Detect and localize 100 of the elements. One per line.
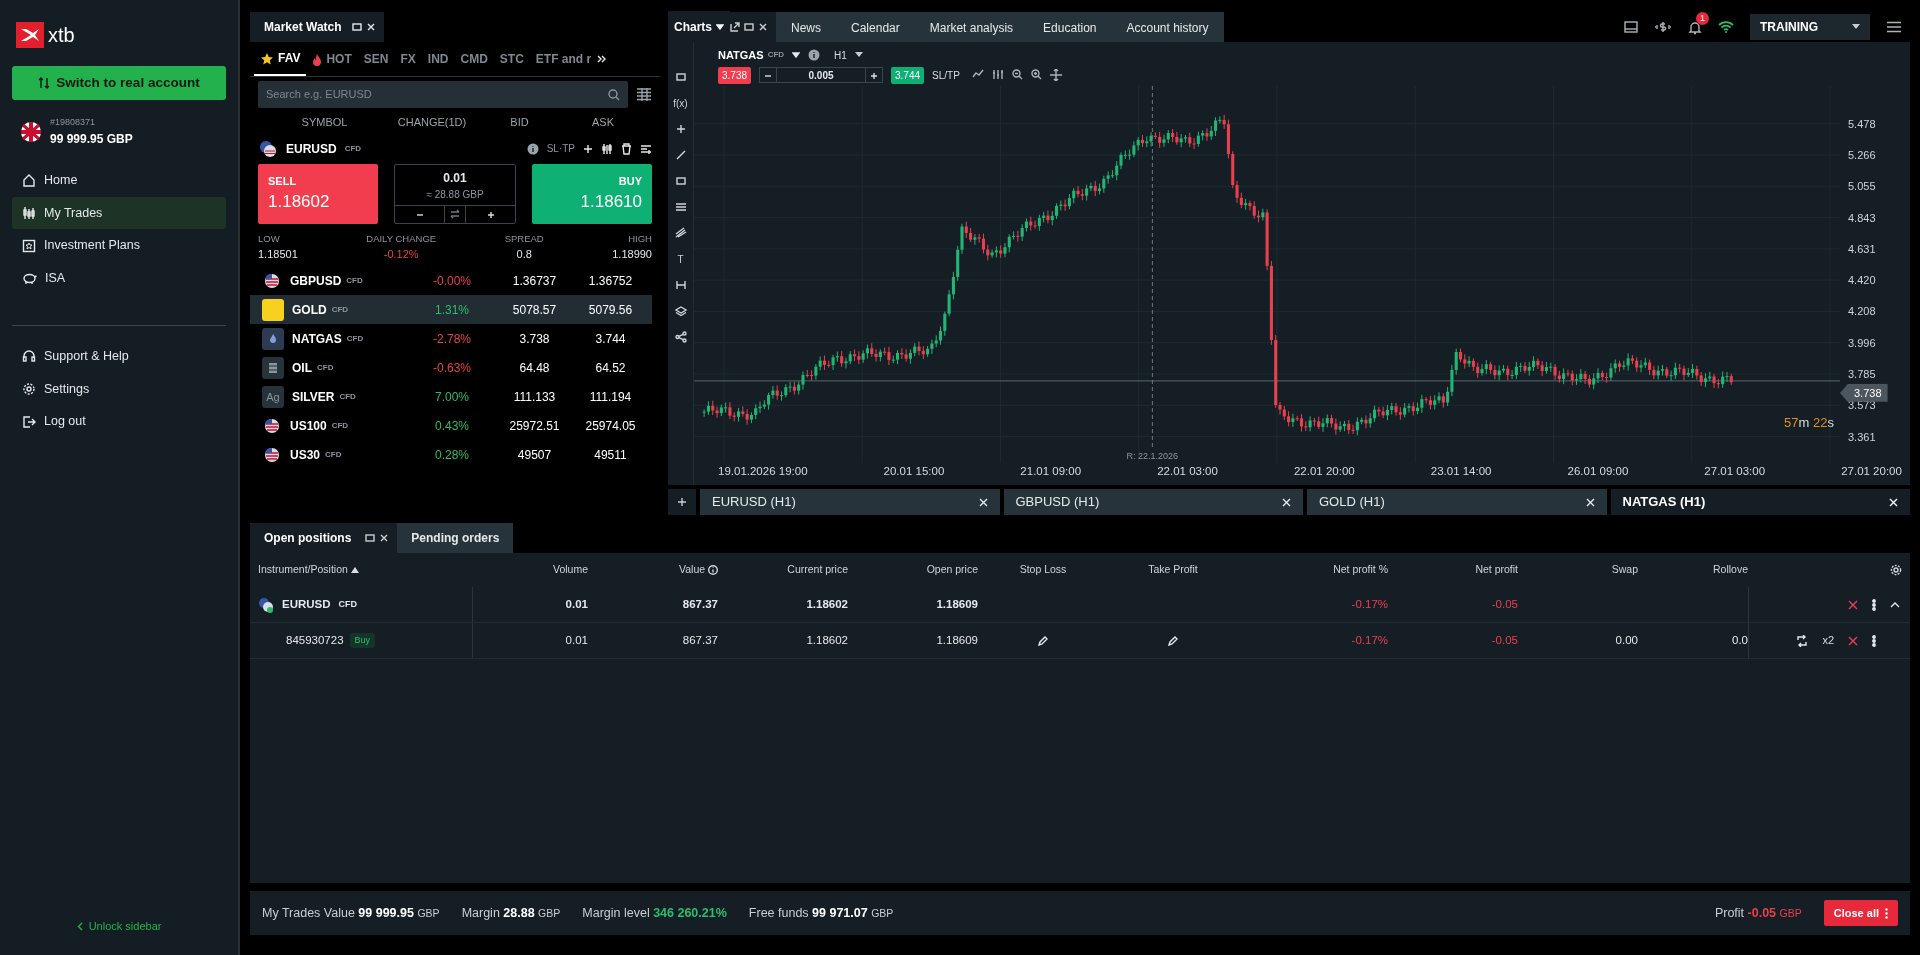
instrument-row[interactable]: GOLD CFD 1.31% 5078.57 5079.56: [250, 295, 652, 325]
share-icon[interactable]: [674, 331, 687, 343]
rectangle-icon[interactable]: [674, 175, 687, 187]
panel-tab[interactable]: Market analysis: [914, 12, 1029, 42]
stat-label: HIGH: [627, 231, 652, 246]
pen-icon[interactable]: [674, 149, 687, 161]
add-chart-button[interactable]: [668, 489, 696, 515]
chart-type-icon[interactable]: [674, 71, 687, 83]
pencil-icon[interactable]: [1038, 635, 1048, 646]
layout-icon[interactable]: [1624, 21, 1638, 33]
instrument-row[interactable]: US30 CFD 0.28% 49507 49511: [250, 440, 652, 470]
info-icon[interactable]: [808, 49, 821, 61]
flag-icon: [20, 121, 42, 143]
tool-button[interactable]: T: [677, 248, 684, 270]
line-chart-icon[interactable]: [971, 69, 984, 79]
lines-icon[interactable]: [674, 201, 687, 213]
panel-tab[interactable]: Education: [1028, 12, 1112, 42]
maximize-icon[interactable]: [365, 533, 376, 543]
grid-view-icon[interactable]: [636, 87, 652, 102]
plus-icon[interactable]: [583, 143, 593, 154]
indicators-icon[interactable]: [991, 69, 1004, 79]
crosshair-icon[interactable]: [1049, 69, 1062, 81]
sidebar-item[interactable]: My Trades: [12, 196, 226, 230]
layers-icon[interactable]: [674, 305, 687, 317]
chart-tab[interactable]: NATGAS (H1): [1610, 489, 1910, 515]
dollar-signal-icon[interactable]: [1654, 21, 1672, 33]
sell-button[interactable]: 3.738: [718, 66, 752, 84]
chart-tab[interactable]: GBPUSD (H1): [1003, 489, 1303, 515]
kebab-icon[interactable]: [1872, 634, 1876, 647]
category-tab[interactable]: IND: [421, 43, 455, 75]
settings-icon[interactable]: [1890, 564, 1902, 577]
sl-tp-button[interactable]: SL·TP: [546, 141, 575, 156]
caret-icon[interactable]: [792, 52, 801, 58]
category-tab[interactable]: FX: [394, 43, 422, 75]
panel-tab[interactable]: Account history: [1111, 12, 1224, 42]
list-add-icon[interactable]: [640, 142, 652, 155]
sl-tp-button[interactable]: SL/TP: [932, 67, 960, 83]
tool-button[interactable]: f(x): [673, 92, 688, 114]
close-icon[interactable]: [379, 533, 390, 543]
search-field[interactable]: Search e.g. EURUSD: [258, 81, 628, 108]
category-tab[interactable]: SEN: [357, 43, 395, 75]
unlock-sidebar-link[interactable]: Unlock sidebar: [70, 916, 168, 935]
candlestick-icon[interactable]: [601, 142, 613, 155]
column-header: Take Profit: [1148, 563, 1198, 576]
instrument-row[interactable]: GBPUSD CFD -0.00% 1.36737 1.36752: [250, 266, 652, 296]
instrument-row[interactable]: NATGAS CFD -2.78% 3.738 3.744: [250, 324, 652, 354]
double-position-button[interactable]: x2: [1822, 632, 1834, 649]
instrument-tag: CFD: [331, 419, 349, 432]
ruler-icon[interactable]: [674, 279, 687, 291]
sidebar-item[interactable]: Support & Help: [12, 339, 226, 373]
column-header: Swap: [1611, 563, 1638, 576]
panel-tab[interactable]: Calendar: [836, 12, 915, 42]
panel-tab[interactable]: Pending orders: [397, 523, 514, 553]
close-all-button[interactable]: Close all: [1823, 899, 1898, 927]
account-mode-dropdown[interactable]: TRAINING: [1750, 14, 1870, 40]
scroll-right-icon[interactable]: [597, 54, 608, 64]
time-axis-label: 22.01 03:00: [1157, 464, 1218, 480]
side-tag: Buy: [349, 632, 376, 649]
category-tab[interactable]: CMD: [454, 43, 494, 75]
sidebar-item[interactable]: ISA: [12, 262, 226, 295]
trash-icon[interactable]: [621, 142, 632, 155]
category-tab[interactable]: HOT: [306, 43, 358, 75]
panel-tab[interactable]: Charts: [668, 11, 730, 43]
plus-icon[interactable]: [674, 123, 687, 135]
swap-icon[interactable]: [450, 209, 460, 219]
switch-account-button[interactable]: Switch to real account: [12, 66, 226, 101]
collapse-icon[interactable]: [1890, 601, 1900, 608]
panel-tab[interactable]: Open positions: [250, 523, 366, 553]
maximize-icon[interactable]: [351, 22, 362, 32]
maximize-icon[interactable]: [744, 22, 754, 32]
chart-tab[interactable]: GOLD (H1): [1307, 489, 1607, 515]
close-icon[interactable]: [758, 22, 768, 32]
category-tab[interactable]: ETF and r: [529, 43, 598, 75]
timeframe-dropdown[interactable]: H1: [828, 46, 869, 64]
menu-icon[interactable]: [1886, 21, 1902, 33]
sidebar-item[interactable]: Investment Plans: [12, 229, 226, 262]
column-header: Current price: [787, 563, 848, 576]
instrument-row[interactable]: US100 CFD 0.43% 25972.51 25974.05: [250, 411, 652, 441]
bell-icon[interactable]: [1688, 20, 1702, 35]
sidebar-item[interactable]: Home: [12, 163, 226, 197]
category-tab[interactable]: FAV: [254, 42, 307, 76]
zoom-out-icon[interactable]: [1011, 69, 1023, 80]
pencil-icon[interactable]: [1168, 635, 1178, 646]
popout-icon[interactable]: [730, 22, 740, 32]
sidebar-item[interactable]: Log out: [12, 405, 226, 438]
instrument-row[interactable]: OIL CFD -0.63% 64.48 64.52: [250, 353, 652, 383]
sidebar-item[interactable]: Settings: [12, 372, 226, 406]
chart-tab[interactable]: EURUSD (H1): [700, 489, 1000, 515]
sell-button[interactable]: SELL 1.18602: [258, 163, 378, 224]
instrument-row[interactable]: Ag SILVER CFD 7.00% 111.133 111.194: [250, 382, 652, 412]
panel-tab[interactable]: News: [776, 12, 837, 42]
category-tab[interactable]: STC: [493, 43, 530, 75]
instrument-tag: CFD: [767, 49, 785, 61]
symbol-name: EURUSD: [286, 140, 337, 158]
info-icon[interactable]: [526, 142, 539, 155]
profit-summary: Profit -0.05 GBP: [1714, 904, 1802, 922]
pitchfork-icon[interactable]: [674, 227, 687, 239]
kebab-icon[interactable]: [1872, 598, 1876, 611]
reverse-icon[interactable]: [1796, 634, 1809, 647]
zoom-in-icon[interactable]: [1030, 69, 1042, 80]
